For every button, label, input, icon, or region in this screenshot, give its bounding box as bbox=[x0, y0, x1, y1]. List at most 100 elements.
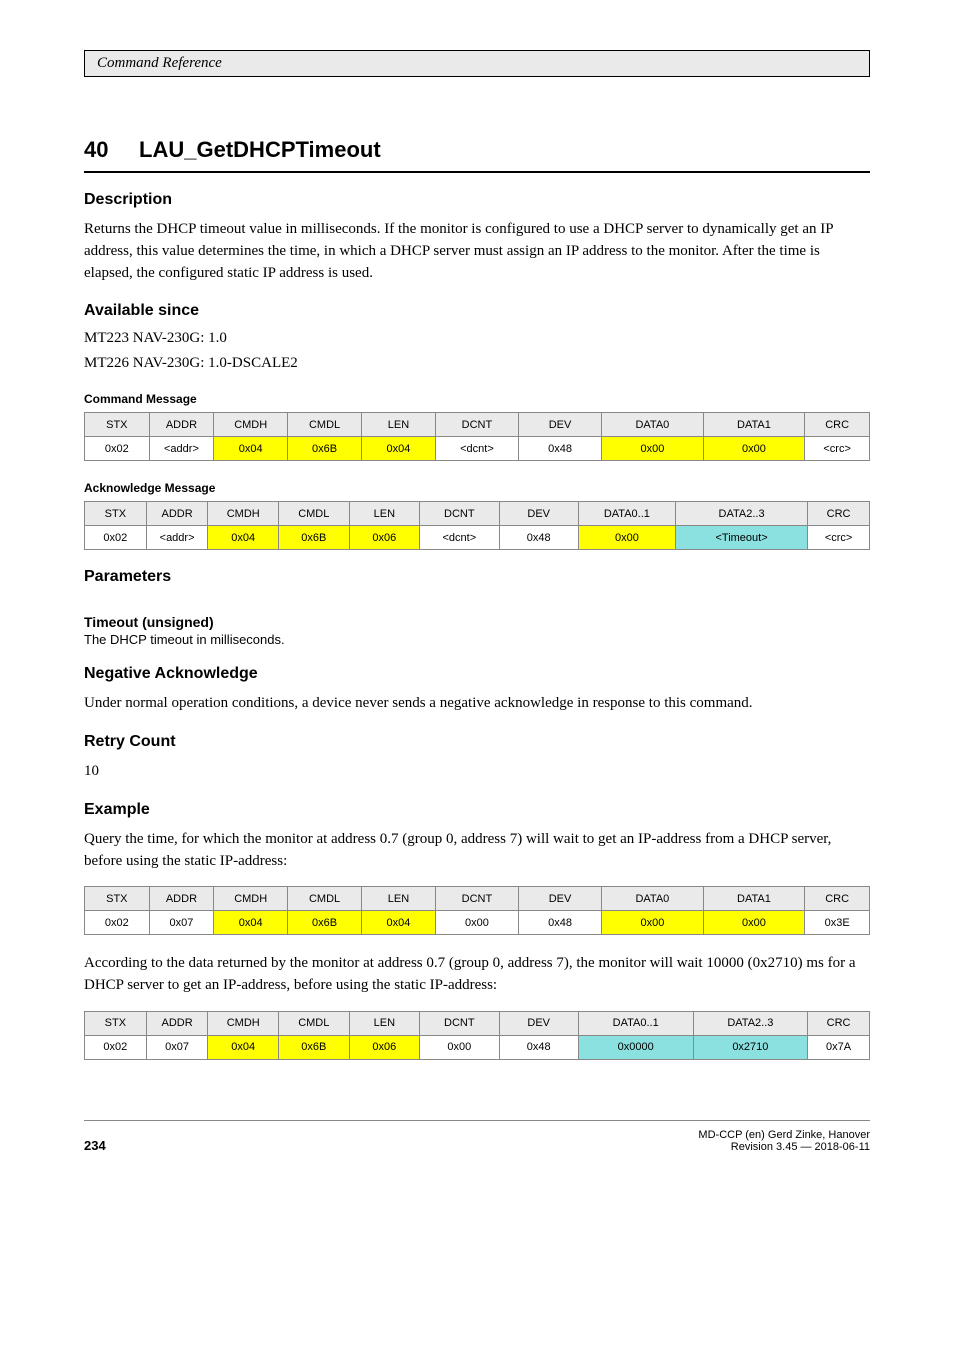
table-row: 0x02 0x07 0x04 0x6B 0x04 0x00 0x48 0x00 … bbox=[85, 911, 870, 935]
cell: 0x04 bbox=[214, 911, 288, 935]
cell: 0x6B bbox=[279, 526, 350, 550]
ack-message-table: STX ADDR CMDH CMDL LEN DCNT DEV DATA0..1… bbox=[84, 501, 870, 550]
th: LEN bbox=[349, 1011, 420, 1035]
th-d01: DATA0..1 bbox=[578, 502, 675, 526]
th: CMDL bbox=[279, 1011, 350, 1035]
cell: 0x0000 bbox=[578, 1035, 693, 1059]
param-name: Timeout (unsigned) bbox=[84, 614, 870, 630]
th: CMDH bbox=[214, 887, 288, 911]
header-title: Command Reference bbox=[97, 55, 222, 71]
section-name: LAU_GetDHCPTimeout bbox=[139, 137, 381, 162]
th: ADDR bbox=[149, 887, 214, 911]
cell: 0x6B bbox=[288, 911, 362, 935]
command-message-table: STX ADDR CMDH CMDL LEN DCNT DEV DATA0 DA… bbox=[84, 412, 870, 461]
th: CMDH bbox=[208, 1011, 279, 1035]
th-cmdh: CMDH bbox=[208, 502, 279, 526]
cell: 0x00 bbox=[602, 437, 704, 461]
th: CMDL bbox=[288, 887, 362, 911]
th: STX bbox=[85, 887, 150, 911]
table-header-row: STX ADDR CMDH CMDL LEN DCNT DEV DATA0..1… bbox=[85, 1011, 870, 1035]
th-d23: DATA2..3 bbox=[675, 502, 807, 526]
th-addr: ADDR bbox=[149, 413, 214, 437]
ack-message-caption: Acknowledge Message bbox=[84, 481, 870, 495]
cell: 0x04 bbox=[362, 911, 436, 935]
th: CRC bbox=[805, 887, 870, 911]
th-len: LEN bbox=[349, 502, 420, 526]
th: DCNT bbox=[435, 887, 518, 911]
th: DATA0..1 bbox=[578, 1011, 693, 1035]
description-text: Returns the DHCP timeout value in millis… bbox=[84, 219, 870, 284]
cell: 0x00 bbox=[578, 526, 675, 550]
cell: <crc> bbox=[805, 437, 870, 461]
cell: 0x04 bbox=[362, 437, 436, 461]
cell: <dcnt> bbox=[435, 437, 518, 461]
cell: 0x00 bbox=[703, 437, 805, 461]
th: DATA2..3 bbox=[693, 1011, 808, 1035]
cell: <dcnt> bbox=[420, 526, 499, 550]
cell: 0x6B bbox=[279, 1035, 350, 1059]
cell: 0x48 bbox=[518, 437, 601, 461]
table-header-row: STX ADDR CMDH CMDL LEN DCNT DEV DATA0 DA… bbox=[85, 413, 870, 437]
th-cmdl: CMDL bbox=[288, 413, 362, 437]
nack-text: Under normal operation conditions, a dev… bbox=[84, 693, 870, 715]
th-dcnt: DCNT bbox=[435, 413, 518, 437]
cell: 0x04 bbox=[214, 437, 288, 461]
cell: 0x48 bbox=[499, 1035, 578, 1059]
cell: 0x02 bbox=[85, 526, 147, 550]
cell: 0x06 bbox=[349, 526, 420, 550]
th-d1: DATA1 bbox=[703, 413, 805, 437]
example-heading: Example bbox=[84, 801, 870, 819]
th: DCNT bbox=[420, 1011, 499, 1035]
example2-text: According to the data returned by the mo… bbox=[84, 953, 870, 997]
th: DEV bbox=[518, 887, 601, 911]
command-message-caption: Command Message bbox=[84, 392, 870, 406]
page: Command Reference 40 LAU_GetDHCPTimeout … bbox=[0, 0, 954, 1193]
cell: 0x00 bbox=[420, 1035, 499, 1059]
cell: 0x02 bbox=[85, 911, 150, 935]
th: ADDR bbox=[146, 1011, 208, 1035]
table-row: 0x02 <addr> 0x04 0x6B 0x04 <dcnt> 0x48 0… bbox=[85, 437, 870, 461]
cell: 0x04 bbox=[208, 1035, 279, 1059]
th-len: LEN bbox=[362, 413, 436, 437]
th-stx: STX bbox=[85, 413, 150, 437]
th-cmdl: CMDL bbox=[279, 502, 350, 526]
cell: 0x00 bbox=[703, 911, 805, 935]
example1-table: STX ADDR CMDH CMDL LEN DCNT DEV DATA0 DA… bbox=[84, 886, 870, 935]
th-cmdh: CMDH bbox=[214, 413, 288, 437]
table-header-row: STX ADDR CMDH CMDL LEN DCNT DEV DATA0 DA… bbox=[85, 887, 870, 911]
footer-doc: MD-CCP (en) Gerd Zinke, Hanover bbox=[698, 1129, 870, 1141]
cell: 0x2710 bbox=[693, 1035, 808, 1059]
th-stx: STX bbox=[85, 502, 147, 526]
cell: 0x00 bbox=[602, 911, 704, 935]
cell: 0x48 bbox=[518, 911, 601, 935]
th: STX bbox=[85, 1011, 147, 1035]
th: DATA0 bbox=[602, 887, 704, 911]
cell: <crc> bbox=[808, 526, 870, 550]
th-crc: CRC bbox=[808, 502, 870, 526]
page-number: 234 bbox=[84, 1138, 106, 1153]
th-dev: DEV bbox=[499, 502, 578, 526]
cell: 0x02 bbox=[85, 1035, 147, 1059]
param-desc: The DHCP timeout in milliseconds. bbox=[84, 632, 870, 647]
th-dev: DEV bbox=[518, 413, 601, 437]
th: DATA1 bbox=[703, 887, 805, 911]
th: CRC bbox=[808, 1011, 870, 1035]
th: LEN bbox=[362, 887, 436, 911]
footer: 234 MD-CCP (en) Gerd Zinke, Hanover Revi… bbox=[84, 1120, 870, 1153]
table-row: 0x02 0x07 0x04 0x6B 0x06 0x00 0x48 0x000… bbox=[85, 1035, 870, 1059]
th-d0: DATA0 bbox=[602, 413, 704, 437]
cell: 0x00 bbox=[435, 911, 518, 935]
cell: 0x7A bbox=[808, 1035, 870, 1059]
header-bar: Command Reference bbox=[84, 50, 870, 77]
cell: 0x07 bbox=[149, 911, 214, 935]
since-line-1: MT223 NAV-230G: 1.0 bbox=[84, 330, 870, 347]
cell: <addr> bbox=[149, 437, 214, 461]
since-line-2: MT226 NAV-230G: 1.0-DSCALE2 bbox=[84, 355, 870, 372]
th: DEV bbox=[499, 1011, 578, 1035]
cell: 0x04 bbox=[208, 526, 279, 550]
cell: <addr> bbox=[146, 526, 208, 550]
cell: 0x07 bbox=[146, 1035, 208, 1059]
th-dcnt: DCNT bbox=[420, 502, 499, 526]
since-heading: Available since bbox=[84, 302, 870, 320]
cell: 0x02 bbox=[85, 437, 150, 461]
